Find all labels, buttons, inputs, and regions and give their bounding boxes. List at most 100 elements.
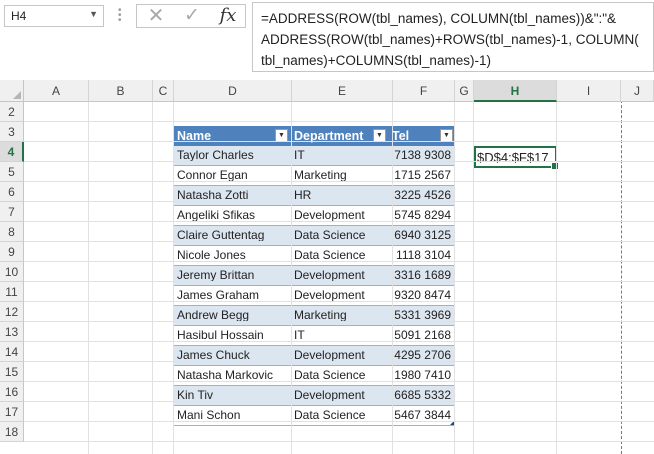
row-header-17[interactable]: 17 (0, 402, 24, 422)
row-header-18[interactable]: 18 (0, 422, 24, 442)
formula-buttons: ✕ ✓ fx (136, 4, 246, 28)
column-header-b[interactable]: B (89, 80, 153, 102)
active-cell-h4[interactable]: $D$4:$F$17 (474, 146, 559, 170)
cell-department: IT (294, 328, 305, 342)
table-row[interactable]: Natasha Zotti HR 3225 4526 (174, 186, 455, 206)
insert-function-icon[interactable]: fx (211, 5, 245, 27)
table-header-row: Name ▼ Department ▼ Tel ▼ (174, 126, 455, 146)
cell-tel: 6685 5332 (394, 388, 451, 402)
gridline-horizontal (24, 161, 654, 162)
gridline-horizontal (24, 401, 654, 402)
fill-handle[interactable] (551, 162, 559, 170)
cell-department: Development (294, 268, 365, 282)
row-header-16[interactable]: 16 (0, 382, 24, 402)
gridline-horizontal (24, 221, 654, 222)
column-header-d[interactable]: D (174, 80, 292, 102)
row-header-14[interactable]: 14 (0, 342, 24, 362)
cell-department: Data Science (294, 248, 366, 262)
column-header-c[interactable]: C (153, 80, 174, 102)
gridline-horizontal (24, 241, 654, 242)
row-header-4[interactable]: 4 (0, 142, 24, 162)
row-header-12[interactable]: 12 (0, 302, 24, 322)
row-header-5[interactable]: 5 (0, 162, 24, 182)
cell-tel: 6940 3125 (394, 228, 451, 242)
select-all-button[interactable] (0, 80, 24, 102)
cell-tel: 5091 2168 (394, 328, 451, 342)
cell-tel: 5331 3969 (394, 308, 451, 322)
gridline-horizontal (24, 141, 654, 142)
row-header-8[interactable]: 8 (0, 222, 24, 242)
table-row[interactable]: Taylor Charles IT 7138 9308 (174, 146, 455, 166)
cell-tel: 5467 3844 (394, 408, 451, 422)
row-header-13[interactable]: 13 (0, 322, 24, 342)
column-header-g[interactable]: G (455, 80, 474, 102)
cell-name: Kin Tiv (177, 388, 214, 402)
name-box[interactable]: H4 ▼ (4, 5, 104, 27)
cell-tel: 9320 8474 (394, 288, 451, 302)
cell-tel: 4295 2706 (394, 348, 451, 362)
formula-input[interactable]: =ADDRESS(ROW(tbl_names), COLUMN(tbl_name… (252, 2, 654, 72)
column-header-h[interactable]: H (474, 80, 557, 102)
gridline-horizontal (24, 441, 654, 442)
table-row[interactable]: Angeliki Sfikas Development 5745 8294 (174, 206, 455, 226)
enter-icon[interactable]: ✓ (175, 5, 209, 27)
cell-tel: 3316 1689 (394, 268, 451, 282)
gridline-horizontal (24, 421, 654, 422)
table-row[interactable]: Jeremy Brittan Development 3316 1689 (174, 266, 455, 286)
cancel-icon[interactable]: ✕ (139, 5, 173, 27)
cell-tel: 1980 7410 (394, 368, 451, 382)
cell-name: Andrew Begg (177, 308, 250, 322)
cell-department: Development (294, 288, 365, 302)
chevron-down-icon[interactable]: ▼ (89, 9, 98, 19)
cell-name: Mani Schon (177, 408, 241, 422)
table-row[interactable]: Kin Tiv Development 6685 5332 (174, 386, 455, 406)
cell-tel: 5745 8294 (394, 208, 451, 222)
gridline-horizontal (24, 181, 654, 182)
drag-handle-icon[interactable]: • • • (118, 6, 122, 26)
cell-department: Marketing (294, 308, 347, 322)
table-row[interactable]: Natasha Markovic Data Science 1980 7410 (174, 366, 455, 386)
column-header-f[interactable]: F (393, 80, 455, 102)
row-header-2[interactable]: 2 (0, 102, 24, 122)
gridline-horizontal (24, 301, 654, 302)
cell-department: Marketing (294, 168, 347, 182)
column-header-a[interactable]: A (24, 80, 89, 102)
cell-name: James Chuck (177, 348, 250, 362)
table-row[interactable]: James Chuck Development 4295 2706 (174, 346, 455, 366)
cell-department: Development (294, 208, 365, 222)
formula-line: ADDRESS(ROW(tbl_names)+ROWS(tbl_names)-1… (261, 32, 639, 47)
cell-department: HR (294, 188, 312, 202)
table-row[interactable]: Nicole Jones Data Science 1118 3104 (174, 246, 455, 266)
table-row[interactable]: Hasibul Hossain IT 5091 2168 (174, 326, 455, 346)
row-header-15[interactable]: 15 (0, 362, 24, 382)
cell-tel: 7138 9308 (394, 148, 451, 162)
header-name: Name (177, 129, 212, 143)
row-header-3[interactable]: 3 (0, 122, 24, 142)
column-header-j[interactable]: J (621, 80, 654, 102)
cell-tel: 1118 3104 (396, 248, 451, 262)
worksheet-grid[interactable]: Name ▼ Department ▼ Tel ▼ Taylor Charles… (0, 80, 654, 454)
formula-line: tbl_names)+COLUMNS(tbl_names)-1) (261, 53, 491, 68)
cell-department: Development (294, 388, 365, 402)
row-header-6[interactable]: 6 (0, 182, 24, 202)
gridline-horizontal (24, 261, 654, 262)
row-header-11[interactable]: 11 (0, 282, 24, 302)
column-header-e[interactable]: E (292, 80, 393, 102)
cell-name: Hasibul Hossain (177, 328, 264, 342)
cell-department: Development (294, 348, 365, 362)
cell-name: Taylor Charles (177, 148, 254, 162)
table-row[interactable]: Connor Egan Marketing 1715 2567 (174, 166, 455, 186)
row-header-9[interactable]: 9 (0, 242, 24, 262)
table-row[interactable]: Mani Schon Data Science 5467 3844 (174, 406, 455, 426)
cell-department: Data Science (294, 408, 366, 422)
column-header-i[interactable]: I (557, 80, 621, 102)
cell-department: IT (294, 148, 305, 162)
cell-tel: 1715 2567 (394, 168, 451, 182)
row-header-10[interactable]: 10 (0, 262, 24, 282)
table-row[interactable]: James Graham Development 9320 8474 (174, 286, 455, 306)
table-row[interactable]: Andrew Begg Marketing 5331 3969 (174, 306, 455, 326)
row-header-7[interactable]: 7 (0, 202, 24, 222)
gridline-horizontal (24, 381, 654, 382)
table-row[interactable]: Claire Guttentag Data Science 6940 3125 (174, 226, 455, 246)
cell-name: Angeliki Sfikas (177, 208, 256, 222)
